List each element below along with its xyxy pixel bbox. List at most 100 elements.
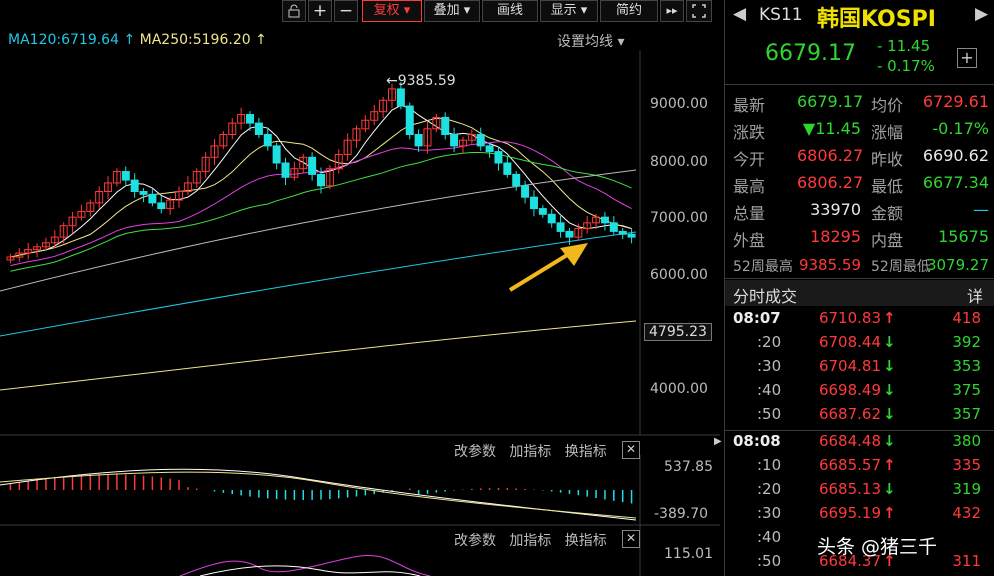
ma20-line: [10, 141, 632, 267]
change-percent: - 0.17%: [877, 57, 935, 75]
tick-volume: 311: [952, 552, 981, 570]
quote-value: 6806.27: [797, 146, 864, 165]
tick-time: :50: [757, 552, 782, 570]
price-tick: 4000.00: [650, 381, 708, 397]
watermark: 头条 @猪三千: [817, 536, 938, 558]
tick-volume: 432: [952, 504, 981, 522]
candle-body: [405, 105, 414, 135]
candle-body: [485, 145, 494, 153]
candle-body: [246, 114, 255, 124]
quote-value: 6806.27: [797, 173, 864, 192]
quote-row: 外盘 18295 内盘 15675: [725, 227, 994, 254]
tick-time: :40: [757, 528, 782, 546]
candle-body: [627, 233, 636, 238]
kline-chart-area[interactable]: + − 复权 ▾ 叠加 ▾ 画线 显示 ▾ 简约 ▸▸ MA120:6719.6…: [0, 0, 722, 576]
annotation-arrow-icon: [508, 243, 588, 292]
tick-price: 6684.48: [818, 432, 881, 450]
tick-time: :40: [757, 381, 782, 399]
tick-row: :30 6695.19 ↑ 432: [725, 504, 994, 528]
add-indicator-button[interactable]: 加指标: [509, 444, 551, 460]
macd-bottom-label: -389.70: [654, 506, 709, 522]
tick-row: :20 6685.13 ↓ 319: [725, 480, 994, 504]
tick-time: 08:07: [733, 309, 781, 327]
candle-body: [547, 213, 556, 224]
candle-body: [512, 173, 521, 187]
tick-time: :20: [757, 480, 782, 498]
tick-volume: 319: [952, 480, 981, 498]
tick-volume: 380: [952, 432, 981, 450]
tick-volume: 357: [952, 405, 981, 423]
ticks-detail-button[interactable]: 详: [967, 283, 983, 307]
tick-price: 6710.83: [818, 309, 881, 327]
quote-row: 涨跌 ▼11.45 涨幅 -0.17%: [725, 119, 994, 146]
quote-row: 总量 33970 金额 —: [725, 200, 994, 227]
close-panel-button[interactable]: ✕: [622, 441, 640, 459]
candle-body: [148, 193, 157, 204]
tick-time: :30: [757, 504, 782, 522]
third-panel-toolbar: 改参数 加指标 换指标: [454, 530, 607, 550]
next-symbol-button[interactable]: ▶: [975, 4, 988, 24]
indicator-line: [179, 554, 431, 576]
tick-direction-icon: ↓: [883, 405, 896, 423]
candle-body: [281, 162, 290, 178]
tick-time: :50: [757, 405, 782, 423]
quote-label: 涨幅: [871, 123, 904, 142]
quote-value: —: [973, 200, 989, 219]
collapse-handle[interactable]: ▶: [714, 436, 722, 456]
quote-label: 最高: [733, 177, 766, 196]
quote-label: 均价: [871, 96, 904, 115]
tick-row: 08:07 6710.83 ↑ 418: [725, 309, 994, 333]
tick-row: :20 6708.44 ↓ 392: [725, 333, 994, 357]
tick-price: 6704.81: [818, 357, 881, 375]
candle-body: [556, 222, 565, 232]
tick-volume: 335: [952, 456, 981, 474]
candle-body: [308, 156, 317, 175]
quote-value: ▼11.45: [802, 119, 861, 138]
candle-body: [414, 134, 423, 147]
ma120-line: [0, 231, 637, 337]
tick-row: 08:08 6684.48 ↓ 380: [725, 432, 994, 456]
dea-line: [0, 471, 637, 519]
macd-toolbar: 改参数 加指标 换指标: [454, 441, 607, 461]
tick-direction-icon: ↑: [883, 309, 896, 327]
high-marker: ←9385.59: [386, 73, 456, 89]
macd-top-label: 537.85: [664, 459, 713, 475]
switch-indicator-button[interactable]: 换指标: [565, 444, 607, 460]
tick-time: :30: [757, 357, 782, 375]
price-tick: 8000.00: [650, 154, 708, 170]
close-panel-button-2[interactable]: ✕: [622, 530, 640, 548]
ticks-header: 分时成交 详: [725, 280, 994, 306]
tick-time: :20: [757, 333, 782, 351]
candle-body: [157, 202, 166, 210]
tick-direction-icon: ↓: [883, 333, 896, 351]
quote-label: 最低: [871, 177, 904, 196]
switch-indicator-button-2[interactable]: 换指标: [565, 533, 607, 549]
change-param-button-2[interactable]: 改参数: [454, 533, 496, 549]
week52-low-value: 3079.27: [926, 256, 989, 274]
price-tick: 9000.00: [650, 96, 708, 112]
prev-symbol-button[interactable]: ◀: [733, 4, 746, 24]
change-param-button[interactable]: 改参数: [454, 444, 496, 460]
quote-value: 6690.62: [922, 146, 989, 165]
add-indicator-button-2[interactable]: 加指标: [509, 533, 551, 549]
tick-price: 6695.19: [818, 504, 881, 522]
price-tick: 6000.00: [650, 267, 708, 283]
ma250-line: [0, 320, 637, 391]
current-value-box: 4795.23: [644, 323, 712, 341]
candle-body: [130, 179, 139, 193]
ticks-title: 分时成交: [733, 287, 798, 306]
quote-label: 涨跌: [733, 123, 766, 142]
candle-body: [565, 230, 574, 238]
candle-body: [317, 173, 325, 187]
tick-price: 6685.13: [818, 480, 881, 498]
tick-time: :10: [757, 456, 782, 474]
symbol-name: 韩国KOSPI: [817, 7, 936, 32]
candle-body: [450, 134, 459, 147]
last-price: 6679.17: [765, 41, 856, 66]
add-watch-button[interactable]: +: [957, 48, 977, 68]
tick-price: 6685.57: [818, 456, 881, 474]
candle-body: [272, 145, 281, 164]
tick-volume: 418: [952, 309, 981, 327]
tick-direction-icon: ↑: [883, 456, 896, 474]
candle-body: [139, 191, 148, 195]
